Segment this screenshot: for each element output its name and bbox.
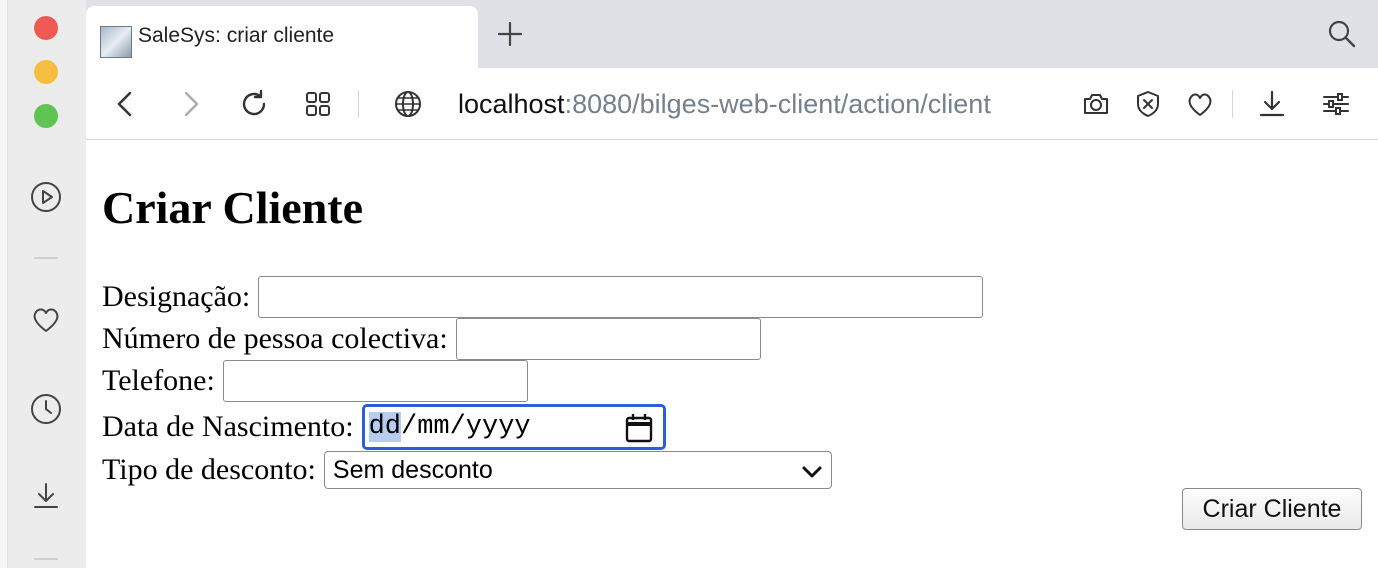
chevron-down-icon <box>801 460 823 489</box>
close-window-button[interactable] <box>34 16 58 40</box>
url-field[interactable]: localhost:8080/bilges-web-client/action/… <box>458 86 991 122</box>
telefone-label: Telefone: <box>102 364 215 397</box>
date-year-segment[interactable]: yyyy <box>466 412 531 442</box>
browser-sidebar <box>8 0 86 568</box>
heart-icon[interactable] <box>1182 86 1218 122</box>
date-day-segment[interactable]: dd <box>368 412 401 442</box>
page-title: Criar Cliente <box>102 182 364 233</box>
tab-title: SaleSys: criar cliente <box>138 24 335 47</box>
sidebar-divider <box>34 257 58 259</box>
download-icon[interactable] <box>30 480 62 512</box>
app-favicon-icon <box>100 26 132 58</box>
designacao-label: Designação: <box>102 280 251 313</box>
reload-icon[interactable] <box>236 86 272 122</box>
page-content: Criar Cliente Designação: Número de pess… <box>86 141 1378 568</box>
zoom-window-button[interactable] <box>34 104 58 128</box>
camera-icon[interactable] <box>1078 86 1114 122</box>
download-icon[interactable] <box>1254 86 1290 122</box>
new-tab-button[interactable] <box>494 18 526 50</box>
desconto-select[interactable]: Sem desconto <box>323 451 832 489</box>
url-path: :8080/bilges-web-client/action/client <box>564 89 991 119</box>
telefone-row: Telefone: <box>102 360 528 402</box>
toolbar-divider <box>1232 90 1233 118</box>
desconto-selected-value: Sem desconto <box>332 455 493 484</box>
heart-icon[interactable] <box>30 304 62 336</box>
forward-icon[interactable] <box>172 86 208 122</box>
data-nascimento-label: Data de Nascimento: <box>102 410 354 443</box>
telefone-input[interactable] <box>222 360 528 402</box>
tab-active[interactable]: SaleSys: criar cliente <box>86 6 478 68</box>
designacao-input[interactable] <box>258 276 984 318</box>
url-host: localhost <box>458 89 565 119</box>
background-window-edge <box>0 0 8 568</box>
tab-bar: SaleSys: criar cliente <box>86 0 1378 68</box>
date-separator: / <box>400 412 418 442</box>
toolbar-divider <box>358 90 359 118</box>
designacao-row: Designação: <box>102 276 984 318</box>
data-nascimento-row: Data de Nascimento: dd / mm / yyyy <box>102 403 666 451</box>
search-icon[interactable] <box>1326 18 1358 50</box>
date-input[interactable]: dd / mm / yyyy <box>361 404 666 452</box>
criar-cliente-button[interactable]: Criar Cliente <box>1182 488 1362 530</box>
sidebar-divider <box>34 558 58 560</box>
play-icon[interactable] <box>30 181 62 213</box>
nif-row: Número de pessoa colectiva: <box>102 318 761 360</box>
settings-icon[interactable] <box>1318 86 1354 122</box>
shield-icon[interactable] <box>1130 86 1166 122</box>
back-icon[interactable] <box>108 86 144 122</box>
globe-icon <box>390 86 426 122</box>
desconto-label: Tipo de desconto: <box>102 453 316 486</box>
date-separator: / <box>449 412 466 442</box>
address-toolbar: localhost:8080/bilges-web-client/action/… <box>86 68 1378 140</box>
grid-icon[interactable] <box>300 86 336 122</box>
clock-icon[interactable] <box>30 393 62 425</box>
calendar-icon[interactable] <box>625 413 653 452</box>
desconto-row: Tipo de desconto: Sem desconto <box>102 449 832 491</box>
nif-input[interactable] <box>455 318 761 360</box>
date-month-segment[interactable]: mm <box>417 412 449 442</box>
minimize-window-button[interactable] <box>34 60 58 84</box>
nif-label: Número de pessoa colectiva: <box>102 322 448 355</box>
